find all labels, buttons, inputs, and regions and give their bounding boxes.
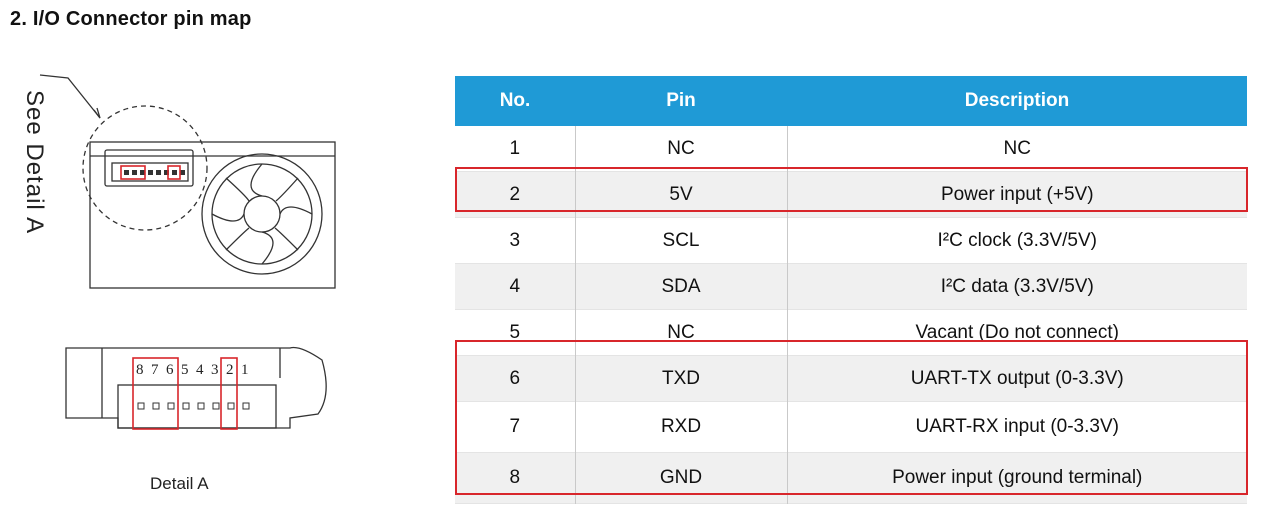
detail-caption: Detail A xyxy=(150,474,209,493)
table-row: 3 SCL I²C clock (3.3V/5V) xyxy=(455,217,1247,264)
table-row: 2 5V Power input (+5V) xyxy=(455,171,1247,218)
table-header-row: No. Pin Description xyxy=(455,76,1247,126)
cell-no: 8 xyxy=(455,452,575,504)
header-pin: Pin xyxy=(575,76,787,126)
pin-number-label: 8 xyxy=(136,362,144,378)
cell-pin: 5V xyxy=(574,171,787,218)
pin-number-label: 4 xyxy=(196,362,204,378)
pin-number-label: 6 xyxy=(166,362,174,378)
cell-pin: NC xyxy=(574,309,787,356)
detail-connector xyxy=(117,384,277,429)
cell-description: I²C clock (3.3V/5V) xyxy=(786,217,1247,264)
cell-pin: RXD xyxy=(574,401,787,453)
cell-no: 3 xyxy=(509,229,521,251)
pin-number-label: 1 xyxy=(241,362,249,378)
cell-description: I²C data (3.3V/5V) xyxy=(786,263,1247,310)
cell-pin: GND xyxy=(574,452,787,504)
cell-description: NC xyxy=(786,126,1247,172)
table-row: 4 SDA I²C data (3.3V/5V) xyxy=(455,263,1247,310)
cell-pin: SCL xyxy=(574,217,787,264)
table-row: 6 TXD UART-TX output (0-3.3V) xyxy=(455,355,1247,402)
table-row: 1 NC NC xyxy=(455,126,1247,172)
cell-description: UART-TX output (0-3.3V) xyxy=(786,355,1247,402)
cell-description: Vacant (Do not connect) xyxy=(786,309,1247,356)
section-heading: 2. I/O Connector pin map xyxy=(10,8,252,30)
cell-pin: TXD xyxy=(574,355,787,402)
cell-no: 5 xyxy=(509,321,521,343)
cell-description: Power input (ground terminal) xyxy=(786,452,1247,504)
cell-description: UART-RX input (0-3.3V) xyxy=(786,401,1247,453)
cell-description: Power input (+5V) xyxy=(786,171,1247,218)
pin-number-label: 5 xyxy=(181,362,189,378)
detail-housing xyxy=(65,346,327,429)
table-row: 7 RXD UART-RX input (0-3.3V) xyxy=(455,401,1247,453)
cell-no: 1 xyxy=(509,137,521,159)
fan-outer-circle xyxy=(201,153,323,275)
cell-pin: NC xyxy=(574,126,787,172)
cell-no: 2 xyxy=(455,171,575,218)
header-no: No. xyxy=(455,76,575,126)
connector-diagram: 8 7 6 5 4 3 2 1 xyxy=(39,74,336,430)
header-description: Description xyxy=(787,76,1247,126)
cell-pin: SDA xyxy=(574,263,787,310)
pin-number-label: 3 xyxy=(211,362,219,378)
cell-no: 4 xyxy=(455,263,575,310)
pin-number-label: 2 xyxy=(226,362,234,378)
pin-map-table: No. Pin Description 1 NC NC 2 5V Power i… xyxy=(455,76,1247,504)
pin-number-label: 7 xyxy=(151,362,159,378)
table-row: 8 GND Power input (ground terminal) xyxy=(455,452,1247,504)
table-row: 5 NC Vacant (Do not connect) xyxy=(455,309,1247,356)
see-detail-label: See Detail A xyxy=(21,90,48,235)
cell-no: 6 xyxy=(455,355,575,402)
cell-no: 7 xyxy=(509,416,521,437)
